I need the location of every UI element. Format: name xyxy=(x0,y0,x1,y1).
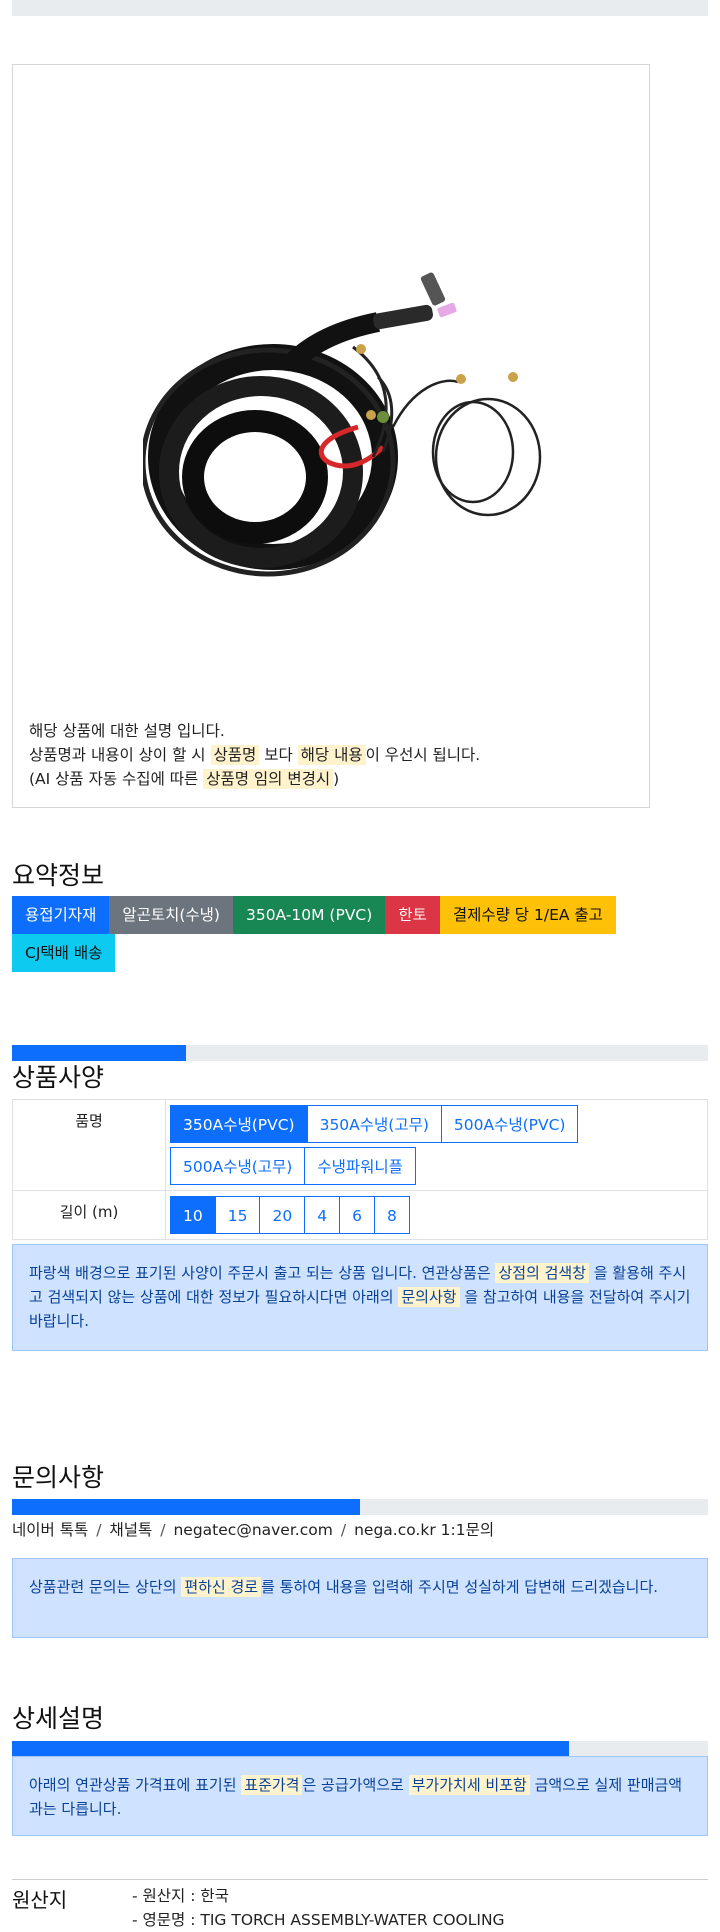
spec-options-name: 350A수냉(PVC) 350A수냉(고무) 500A수냉(PVC) 500A수… xyxy=(165,1099,708,1191)
highlight: 문의사항 xyxy=(398,1287,460,1307)
inquiry-progress-bar xyxy=(12,1499,708,1515)
highlight: 편하신 경로 xyxy=(181,1577,262,1597)
desc-line-3: (AI 상품 자동 수집에 따른 상품명 임의 변경시) xyxy=(29,767,480,791)
highlight: 상점의 검색창 xyxy=(495,1263,590,1283)
contact-links: 네이버 톡톡 / 채널톡 / negatec@naver.com / nega.co.kr … xyxy=(12,1518,494,1540)
desc-text: 보다 xyxy=(259,746,298,764)
summary-badges: 용접기자재 알곤토치(수냉) 350A-10M (PVC) 한토 결제수량 당 … xyxy=(12,896,652,972)
option-length-6[interactable]: 6 xyxy=(339,1196,375,1234)
detail-progress-bar xyxy=(12,1741,708,1757)
summary-title: 요약정보 xyxy=(12,861,105,890)
notice-text: 은 공급가액으로 xyxy=(302,1776,409,1794)
badge-subcategory: 알곤토치(수냉) xyxy=(109,896,233,934)
badge-brand: 한토 xyxy=(385,896,440,934)
option-350a-pvc[interactable]: 350A수냉(PVC) xyxy=(170,1105,308,1143)
notice-text: 파랑색 배경으로 표기된 사양이 주문시 출고 되는 상품 입니다. 연관상품은 xyxy=(29,1264,496,1282)
desc-text: 이 우선시 됩니다. xyxy=(365,746,481,764)
desc-text: 상품명과 내용이 상이 할 시 xyxy=(29,746,211,764)
option-length-20[interactable]: 20 xyxy=(259,1196,306,1234)
highlight: 표준가격 xyxy=(241,1775,303,1795)
inquiry-title: 문의사항 xyxy=(12,1463,105,1492)
option-power-nipple[interactable]: 수냉파워니플 xyxy=(304,1147,416,1185)
spec-header-length: 길이 (m) xyxy=(12,1190,166,1240)
badge-model: 350A-10M (PVC) xyxy=(232,896,386,934)
option-500a-pvc[interactable]: 500A수냉(PVC) xyxy=(440,1105,579,1143)
top-divider-bar xyxy=(12,0,708,16)
desc-line-2: 상품명과 내용이 상이 할 시 상품명 보다 해당 내용 이 우선시 됩니다. xyxy=(29,743,480,767)
contact-naver-talk[interactable]: 네이버 톡톡 xyxy=(12,1521,88,1539)
highlight: 상품명 임의 변경시 xyxy=(203,769,334,789)
option-length-15[interactable]: 15 xyxy=(214,1196,261,1234)
origin-title: 원산지 xyxy=(12,1888,68,1912)
origin-list: - 원산지 : 한국 - 영문명 : TIG TORCH ASSEMBLY-WA… xyxy=(132,1884,505,1932)
separator: / xyxy=(96,1521,102,1539)
spec-notice: 파랑색 배경으로 표기된 사양이 주문시 출고 되는 상품 입니다. 연관상품은… xyxy=(12,1244,708,1351)
spec-header-name: 품명 xyxy=(12,1099,166,1191)
highlight: 상품명 xyxy=(210,745,260,765)
spec-title: 상품사양 xyxy=(12,1063,105,1092)
desc-text: (AI 상품 자동 수집에 따른 xyxy=(29,770,204,788)
spec-row-name: 품명 350A수냉(PVC) 350A수냉(고무) 500A수냉(PVC) 50… xyxy=(12,1099,708,1191)
option-500a-rubber[interactable]: 500A수냉(고무) xyxy=(170,1147,306,1185)
highlight: 부가가치세 비포함 xyxy=(408,1775,530,1795)
separator: / xyxy=(160,1521,166,1539)
option-350a-rubber[interactable]: 350A수냉(고무) xyxy=(306,1105,442,1143)
option-length-8[interactable]: 8 xyxy=(373,1196,410,1234)
option-length-4[interactable]: 4 xyxy=(304,1196,341,1234)
contact-site-inquiry[interactable]: nega.co.kr 1:1문의 xyxy=(354,1521,494,1539)
desc-line-1: 해당 상품에 대한 설명 입니다. xyxy=(29,722,225,740)
contact-channel-talk[interactable]: 채널톡 xyxy=(109,1521,152,1539)
spec-table: 품명 350A수냉(PVC) 350A수냉(고무) 500A수냉(PVC) 50… xyxy=(12,1099,708,1240)
detail-title: 상세설명 xyxy=(12,1704,105,1733)
badge-shipping: CJ택배 배송 xyxy=(12,934,116,972)
spec-options-length: 10 15 20 4 6 8 xyxy=(165,1190,708,1240)
notice-text: 아래의 연관상품 가격표에 표기된 xyxy=(29,1776,242,1794)
separator: / xyxy=(340,1521,347,1539)
option-length-10[interactable]: 10 xyxy=(170,1196,216,1234)
spec-row-length: 길이 (m) 10 15 20 4 6 8 xyxy=(12,1190,708,1240)
notice-text: 를 통하여 내용을 입력해 주시면 성실하게 답변해 드리겠습니다. xyxy=(261,1578,659,1596)
origin-english-name: - 영문명 : TIG TORCH ASSEMBLY-WATER COOLING xyxy=(132,1911,505,1929)
detail-notice: 아래의 연관상품 가격표에 표기된 표준가격 은 공급가액으로 부가가치세 비포함… xyxy=(12,1756,708,1836)
spec-progress-bar xyxy=(12,1045,708,1061)
product-image-card: 해당 상품에 대한 설명 입니다. 상품명과 내용이 상이 할 시 상품명 보다… xyxy=(12,64,650,808)
inquiry-notice: 상품관련 문의는 상단의 편하신 경로 를 통하여 내용을 입력해 주시면 성실하… xyxy=(12,1558,708,1638)
origin-section: 원산지 - 원산지 : 한국 - 영문명 : TIG TORCH ASSEMBL… xyxy=(12,1879,708,1929)
badge-category: 용접기자재 xyxy=(12,896,110,934)
tig-torch-image xyxy=(143,272,542,577)
origin-country: - 원산지 : 한국 xyxy=(132,1887,229,1905)
detail-progress-fill xyxy=(12,1741,569,1757)
highlight: 해당 내용 xyxy=(297,745,366,765)
product-description: 해당 상품에 대한 설명 입니다. 상품명과 내용이 상이 할 시 상품명 보다… xyxy=(29,719,480,791)
contact-email[interactable]: negatec@naver.com xyxy=(173,1521,332,1539)
inquiry-progress-fill xyxy=(12,1499,360,1515)
notice-text: 상품관련 문의는 상단의 xyxy=(29,1578,182,1596)
desc-text: ) xyxy=(333,770,340,788)
badge-quantity: 결제수량 당 1/EA 출고 xyxy=(439,896,616,934)
